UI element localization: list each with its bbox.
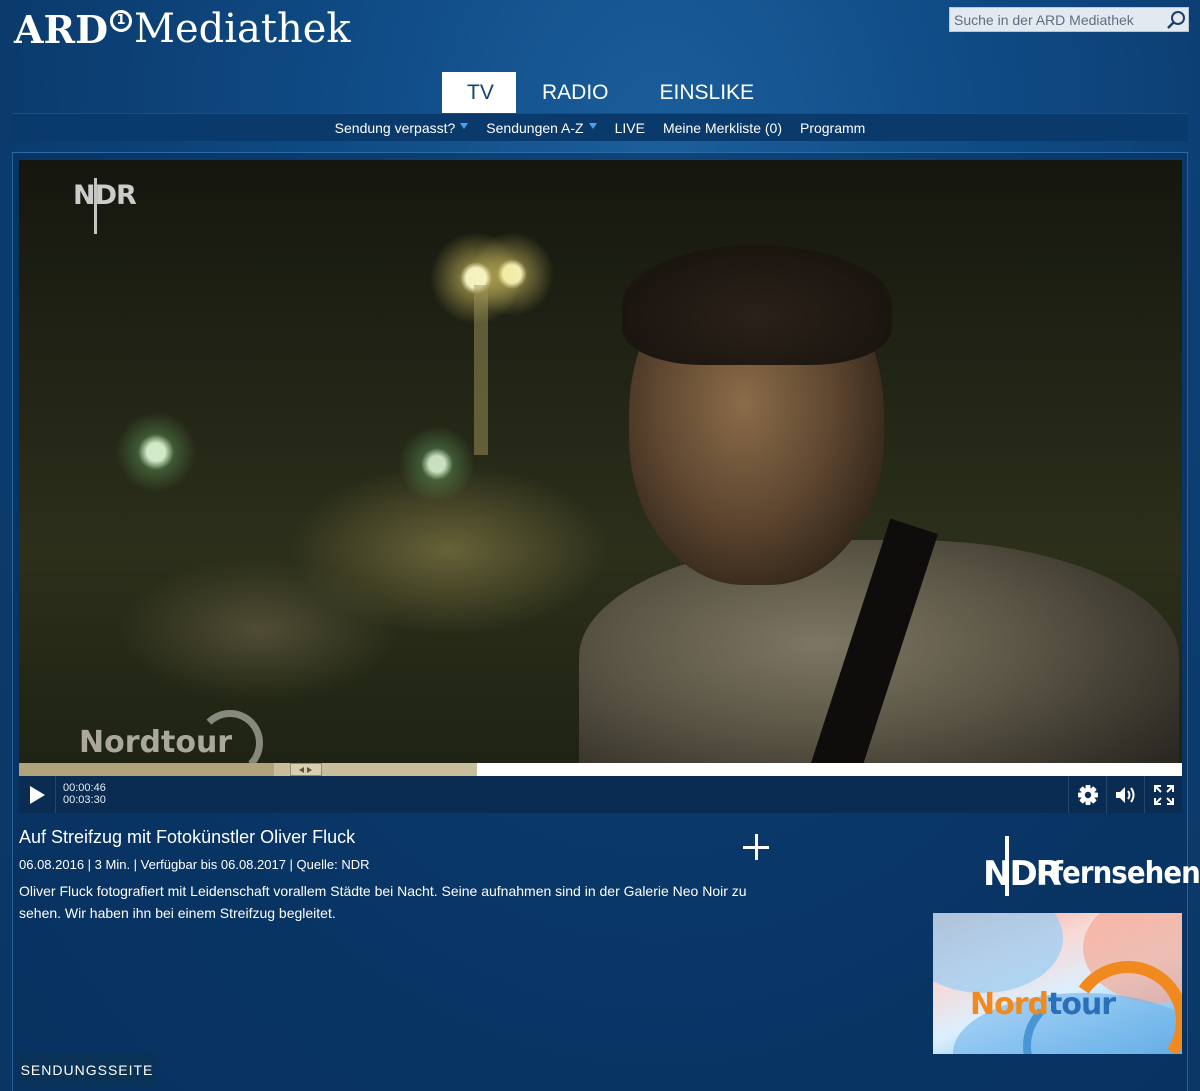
- nordtour-show-thumbnail[interactable]: Nordtour: [933, 913, 1182, 1054]
- main-tabs: TV RADIO EINSLIKE: [442, 72, 779, 113]
- add-to-watchlist-plus-icon[interactable]: [743, 834, 769, 860]
- volume-button[interactable]: [1106, 776, 1144, 813]
- fullscreen-icon: [1154, 784, 1174, 805]
- nav-label: Meine Merkliste (0): [662, 119, 782, 136]
- logo-ard-one-icon: 1: [110, 10, 133, 32]
- sendungsseite-button[interactable]: SENDUNGSSEITE: [19, 1054, 155, 1086]
- nav-meine-merkliste[interactable]: Meine Merkliste (0): [654, 120, 791, 136]
- chevron-down-icon: [460, 122, 469, 129]
- current-time: 00:00:46: [63, 782, 106, 794]
- video-meta: 06.08.2016 | 3 Min. | Verfügbar bis 06.0…: [19, 857, 370, 872]
- nav-label: Sendungen A-Z: [486, 119, 584, 136]
- arrow-left-icon: [299, 766, 305, 773]
- progress-played: [19, 763, 274, 776]
- thumb-label-part: Nord: [970, 987, 1049, 1022]
- speaker-icon: [1115, 786, 1134, 803]
- settings-button[interactable]: [1068, 776, 1106, 813]
- nav-live[interactable]: LIVE: [606, 120, 654, 136]
- search-icon[interactable]: [1164, 8, 1188, 32]
- thumb-wave: [933, 913, 1063, 993]
- video-title: Auf Streifzug mit Fotokünstler Oliver Fl…: [19, 827, 356, 847]
- video-player[interactable]: NDR Nordtour: [19, 160, 1182, 763]
- ndr-watermark-text: NDR: [73, 180, 137, 211]
- chevron-down-icon: [588, 122, 597, 129]
- ard-mediathek-logo[interactable]: ARD 1 Mediathek: [14, 6, 351, 52]
- search-input[interactable]: [950, 8, 1164, 31]
- tab-einslike[interactable]: EINSLIKE: [635, 72, 780, 113]
- nav-programm[interactable]: Programm: [791, 120, 874, 136]
- arrow-right-icon: [307, 766, 313, 773]
- video-time-display: 00:00:46 00:03:30: [63, 782, 106, 806]
- play-icon: [30, 785, 45, 804]
- tab-tv[interactable]: TV: [442, 72, 516, 113]
- search-box: [949, 7, 1189, 32]
- gear-icon: [1077, 784, 1098, 805]
- nav-sendung-verpasst[interactable]: Sendung verpasst?: [326, 120, 478, 136]
- nordtour-watermark: Nordtour: [79, 725, 233, 760]
- logo-ard-text: ARD: [14, 6, 109, 52]
- thumb-label-part: tour: [1048, 987, 1116, 1022]
- fernsehen-logo-text: fernsehen: [1051, 856, 1200, 891]
- video-controls: 00:00:46 00:03:30: [19, 776, 1182, 813]
- ndr-watermark: NDR: [73, 178, 137, 234]
- ndr-watermark-bar: [94, 178, 97, 234]
- play-button[interactable]: [19, 776, 56, 813]
- progress-scrubber-handle[interactable]: [289, 763, 322, 776]
- nav-label: LIVE: [614, 119, 645, 136]
- nav-label: Sendung verpasst?: [334, 119, 456, 136]
- nordtour-thumb-label: Nordtour: [970, 987, 1116, 1022]
- logo-mediathek-text: Mediathek: [134, 6, 351, 52]
- sub-navigation: Sendung verpasst? Sendungen A-Z LIVE Mei…: [12, 113, 1188, 141]
- nav-sendungen-a-z[interactable]: Sendungen A-Z: [477, 120, 605, 136]
- video-description: Oliver Fluck fotografiert mit Leidenscha…: [19, 883, 747, 921]
- nav-label: Programm: [799, 119, 866, 136]
- ndr-fernsehen-logo[interactable]: NDR fernsehen: [983, 836, 1200, 896]
- total-duration: 00:03:30: [63, 794, 106, 806]
- video-progress-bar[interactable]: [19, 763, 1182, 776]
- fullscreen-button[interactable]: [1144, 776, 1183, 813]
- video-scene-person-hair: [622, 245, 892, 365]
- tab-radio[interactable]: RADIO: [516, 72, 635, 113]
- ndr-logo-text: NDR: [983, 854, 1062, 894]
- video-scene-streetlight: [474, 285, 488, 455]
